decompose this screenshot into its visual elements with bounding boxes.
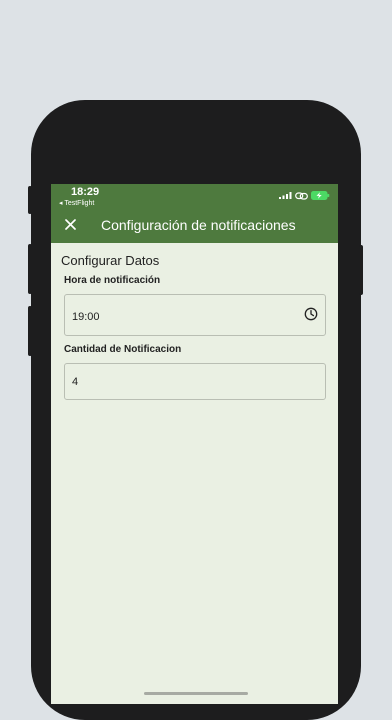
link-icon	[295, 191, 308, 200]
phone-power-button	[359, 245, 363, 295]
time-field-value: 19:00	[72, 311, 100, 323]
close-icon	[64, 218, 76, 230]
status-time: 18:29	[71, 186, 100, 198]
signal-icon	[279, 192, 292, 199]
page-title: Configuración de notificaciones	[101, 217, 296, 233]
app-screen: 18:29 ◂ TestFlight Configuración de noti…	[51, 184, 338, 704]
close-button[interactable]	[61, 215, 79, 233]
phone-volume-down-button	[28, 306, 32, 356]
section-title: Configurar Datos	[61, 253, 160, 268]
notification-count-field[interactable]: 4	[64, 363, 326, 400]
phone-side-button	[28, 186, 32, 214]
back-to-testflight-link[interactable]: ◂ TestFlight	[59, 199, 94, 207]
notification-time-field[interactable]: 19:00	[64, 294, 326, 336]
phone-volume-up-button	[28, 244, 32, 294]
battery-charging-icon	[311, 191, 330, 200]
home-indicator[interactable]	[144, 692, 248, 695]
clock-icon[interactable]	[304, 307, 318, 321]
status-icons	[279, 191, 330, 200]
count-field-label: Cantidad de Notificacion	[64, 344, 182, 355]
time-field-label: Hora de notificación	[64, 275, 161, 286]
count-field-value: 4	[72, 376, 79, 388]
app-bar: 18:29 ◂ TestFlight Configuración de noti…	[51, 184, 338, 243]
